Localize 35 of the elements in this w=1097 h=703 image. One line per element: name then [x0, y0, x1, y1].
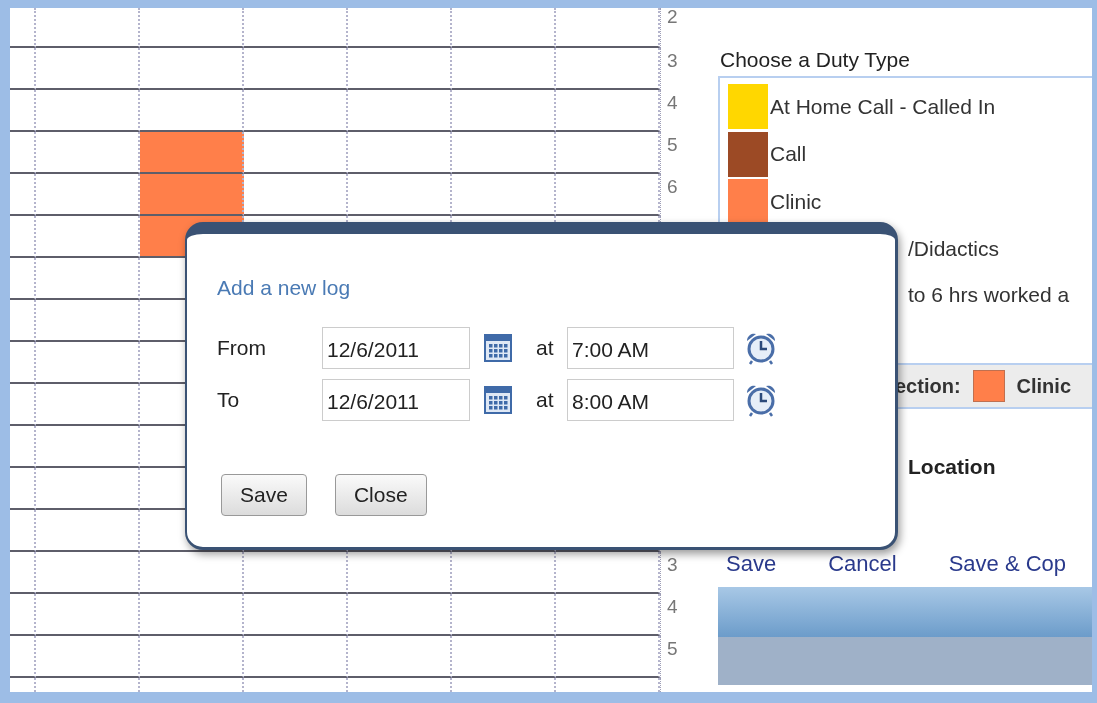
selection-label: ection:: [895, 374, 961, 398]
dialog-button[interactable]: Save: [221, 474, 307, 516]
time-field[interactable]: 7:00 AM: [567, 327, 734, 369]
alarm-clock-icon[interactable]: [744, 331, 778, 365]
duty-type-option[interactable]: At Home Call - Called In: [770, 94, 996, 119]
row-number: 6: [667, 176, 678, 198]
duty-type-option[interactable]: Clinic: [770, 189, 822, 214]
calendar-icon[interactable]: [484, 386, 512, 414]
row-number: 4: [667, 596, 678, 618]
alarm-clock-icon[interactable]: [744, 383, 778, 417]
section-heading: Choose a Duty Type: [719, 47, 911, 73]
dialog-button[interactable]: Close: [334, 474, 427, 516]
field-label: at: [536, 388, 555, 412]
action-link[interactable]: Save: [726, 551, 777, 577]
field-label: From: [217, 336, 267, 360]
row-number: 5: [667, 638, 678, 660]
row-number: 3: [667, 554, 678, 576]
calendar-icon[interactable]: [484, 334, 512, 362]
date-field[interactable]: 12/6/2011: [322, 327, 470, 369]
row-number: 4: [667, 92, 678, 114]
field-label: To: [217, 388, 241, 412]
note-text: to 6 hrs worked a: [908, 283, 1071, 307]
field-label: at: [536, 336, 555, 360]
duty-type-option[interactable]: /Didactics: [908, 237, 1000, 262]
time-field[interactable]: 8:00 AM: [567, 379, 734, 421]
duty-type-option[interactable]: Call: [770, 142, 807, 167]
selection-value: Clinic: [1016, 374, 1071, 398]
action-link[interactable]: Save & Cop: [948, 551, 1067, 577]
row-number: 3: [667, 50, 678, 72]
row-number: 2: [667, 8, 678, 28]
dialog-title: Add a new log: [217, 276, 352, 301]
row-number: 5: [667, 134, 678, 156]
date-field[interactable]: 12/6/2011: [322, 379, 470, 421]
action-link[interactable]: Cancel: [828, 551, 897, 577]
section-heading: Location: [907, 455, 997, 479]
